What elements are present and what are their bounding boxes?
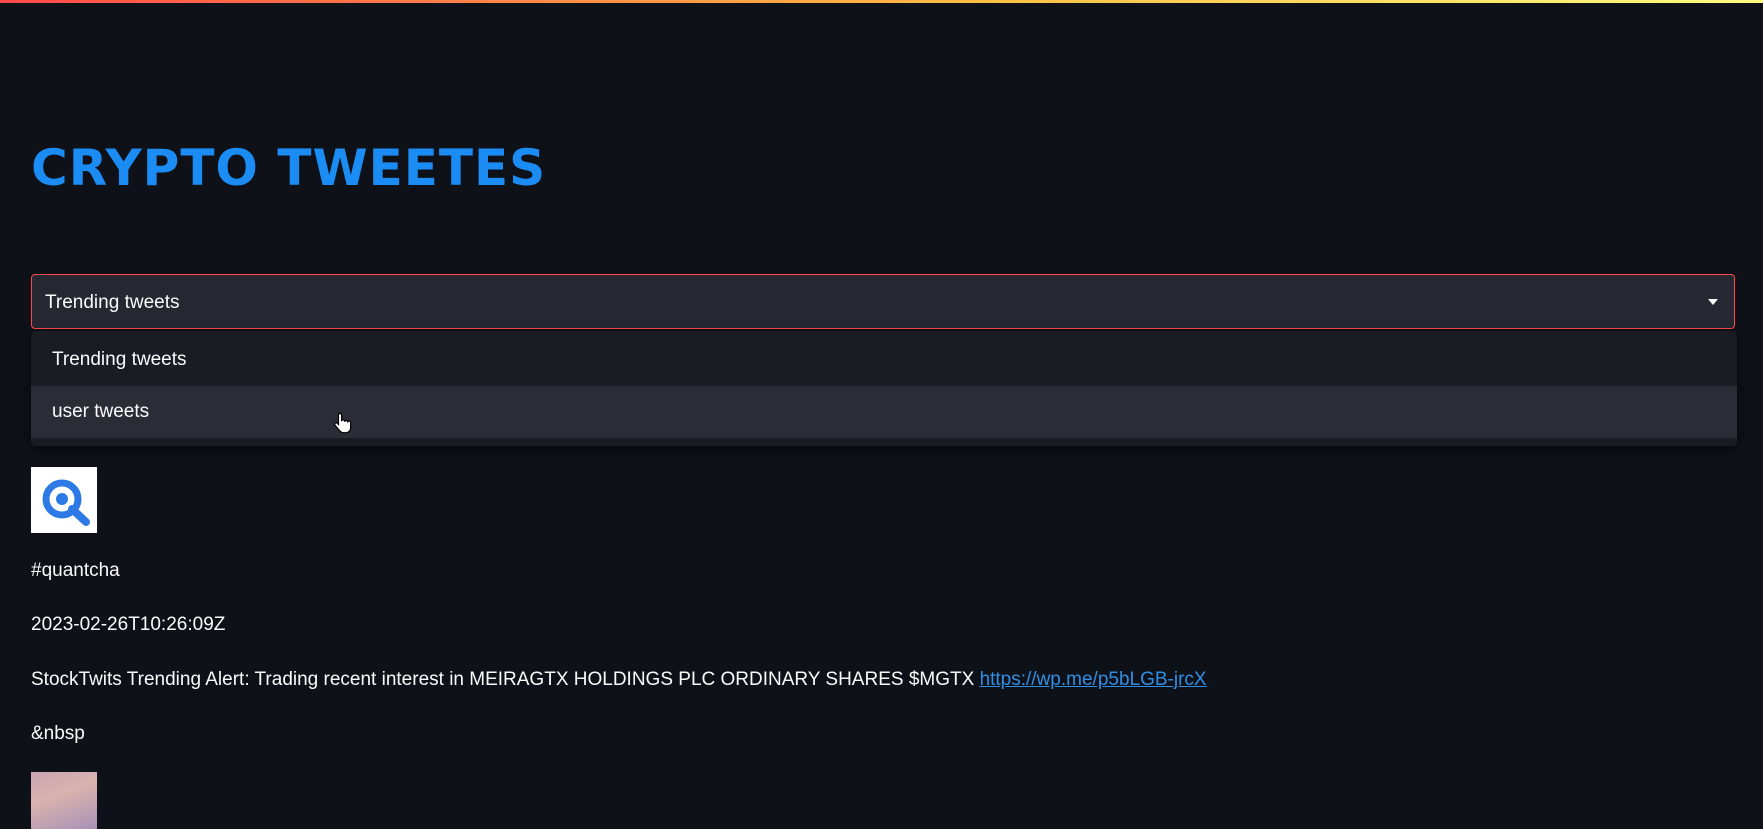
tweet-separator: &nbsp xyxy=(31,723,85,744)
tweet-handle: #quantcha xyxy=(31,560,120,581)
quantcha-logo-icon xyxy=(42,479,90,526)
option-trending-tweets[interactable]: Trending tweets xyxy=(31,334,1737,386)
top-decoration-bar xyxy=(0,0,1763,3)
select-dropdown-list: Trending tweets user tweets xyxy=(31,331,1737,446)
tweet-link[interactable]: https://wp.me/p5bLGB-jrcX xyxy=(980,669,1207,690)
chevron-down-icon[interactable] xyxy=(1708,299,1718,305)
tweet-text: StockTwits Trending Alert: Trading recen… xyxy=(31,669,980,690)
quantcha-avatar[interactable] xyxy=(31,467,97,533)
tweet-timestamp: 2023-02-26T10:26:09Z xyxy=(31,614,226,635)
tweet-type-select[interactable]: Trending tweets xyxy=(31,274,1735,329)
tweet-text-line: StockTwits Trending Alert: Trading recen… xyxy=(31,669,1207,691)
option-user-tweets[interactable]: user tweets xyxy=(31,386,1737,438)
second-tweet-avatar[interactable] xyxy=(31,772,97,829)
select-selected-value: Trending tweets xyxy=(45,292,180,313)
option-label: user tweets xyxy=(52,401,150,422)
page-title: CRYPTO TWEETES xyxy=(31,139,547,197)
hand-cursor-icon xyxy=(334,412,352,434)
option-label: Trending tweets xyxy=(52,349,187,370)
